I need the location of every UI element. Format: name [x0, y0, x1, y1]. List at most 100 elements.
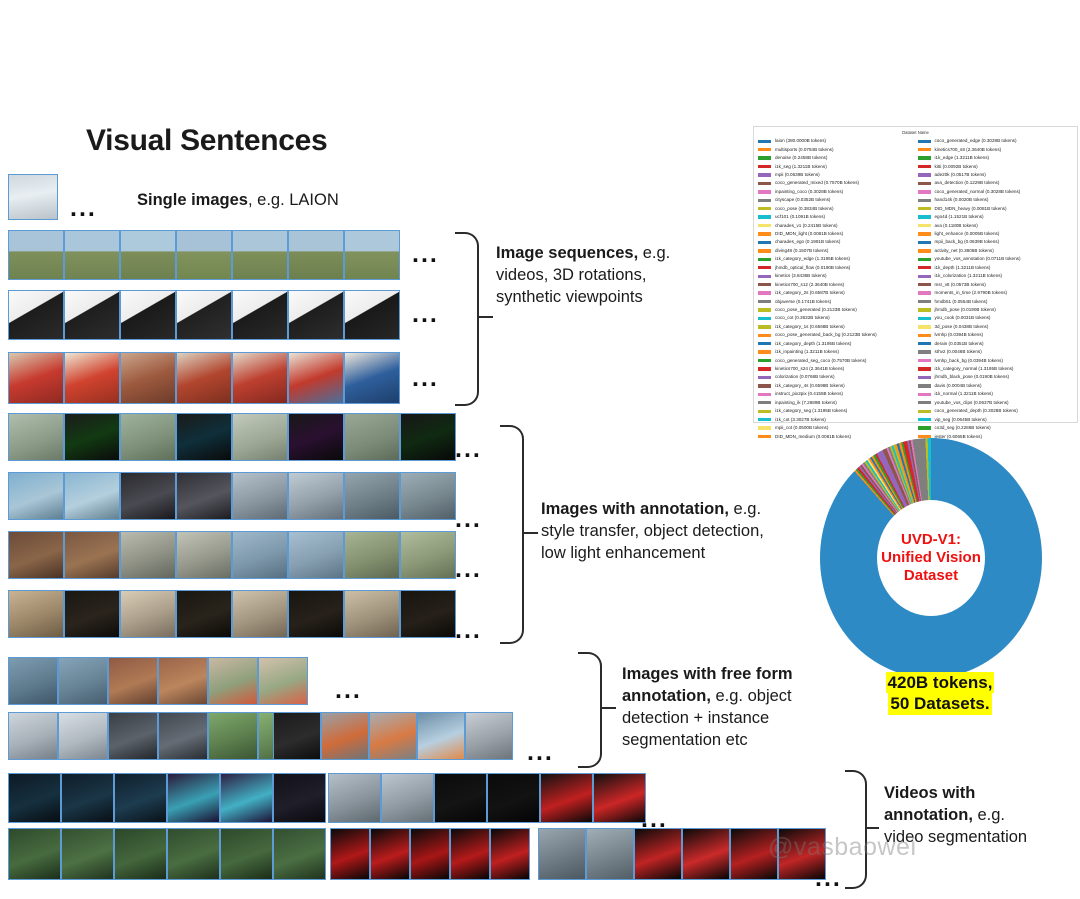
image-cell-fill — [221, 774, 272, 822]
legend-item: ego4d (1.1521B tokens) — [917, 213, 1074, 221]
legend-swatch — [917, 223, 931, 228]
legend-label: coco_generated_mixed (0.7570B tokens) — [775, 180, 860, 186]
legend-item: mpii_back_bg (0.0639B tokens) — [917, 238, 1074, 246]
single-images-label-rest: , e.g. LAION — [247, 191, 339, 209]
image-cell-fill — [594, 774, 645, 822]
legend-swatch — [758, 333, 771, 337]
legend-swatch — [917, 249, 931, 253]
legend-item: i1k_category_normal (1.3195B tokens) — [917, 365, 1074, 373]
image-cell — [344, 290, 400, 340]
lowlight-row — [8, 590, 456, 638]
legend-label: activity_net (0.3806B tokens) — [934, 247, 994, 253]
image-cell — [8, 352, 64, 404]
image-cell-fill — [65, 231, 119, 279]
callout-image-sequences-bold: Image sequences, — [496, 244, 639, 262]
image-cell-fill — [289, 532, 343, 578]
image-cell-fill — [109, 658, 157, 704]
legend-label: jhmdb_black_pose (0.0190B tokens) — [934, 374, 1010, 380]
image-cell — [8, 712, 58, 760]
legend-swatch — [917, 291, 931, 295]
legend-label: hand14k (0.0020B tokens) — [934, 197, 989, 203]
legend-label: inpainting_coco (0.3028B tokens) — [775, 188, 844, 194]
dots-detect: ... — [455, 555, 482, 583]
legend-swatch — [758, 367, 771, 371]
legend-item: derain (0.0351B tokens) — [917, 340, 1074, 348]
donut-center-label: UVD-V1: Unified Vision Dataset — [881, 531, 981, 585]
legend-item: i1k_seg (1.3211B tokens) — [758, 162, 914, 170]
image-cell-fill — [370, 713, 416, 759]
freeform-row-2 — [8, 712, 308, 760]
legend-item: co3d_seg (0.2286B tokens) — [917, 424, 1074, 432]
donut-center-line3: Dataset — [903, 567, 959, 584]
legend-label: i1k_category_2s (0.6587B tokens) — [775, 290, 845, 296]
legend-swatch — [917, 156, 931, 160]
image-cell-fill — [289, 414, 343, 460]
image-cell — [540, 773, 593, 823]
image-cell — [288, 590, 344, 638]
legend-swatch — [758, 139, 771, 143]
callout-images-with-annotation-bold: Images with annotation, — [541, 500, 729, 518]
image-cell — [108, 712, 158, 760]
image-cell — [58, 657, 108, 705]
legend-item: jhmdb_optical_flow (0.0190B tokens) — [758, 264, 914, 272]
image-cell-fill — [466, 713, 512, 759]
image-cell — [593, 773, 646, 823]
legend-swatch — [917, 232, 931, 236]
legend-label: jhmdb_optical_flow (0.0190B tokens) — [775, 264, 851, 270]
legend-label: lvmhp (0.0394B tokens) — [934, 332, 984, 338]
dots-stocking: ... — [412, 364, 439, 392]
legend-swatch — [917, 207, 931, 211]
legend-swatch — [758, 190, 771, 194]
image-cell-fill — [382, 774, 433, 822]
legend-swatch — [758, 291, 771, 295]
legend-label: jhmdb_pose (0.0190B tokens) — [934, 306, 996, 312]
image-cell-fill — [9, 829, 60, 879]
legend-swatch — [758, 198, 771, 202]
legend-label: objaverse (0.1741B tokens) — [775, 298, 832, 304]
legend-item: i1k_category_depth (1.3195B tokens) — [758, 340, 914, 348]
image-cell-fill — [9, 713, 57, 759]
legend-label: multisports (0.0784B tokens) — [775, 146, 834, 152]
image-cell-fill — [683, 829, 729, 879]
legend-swatch — [758, 375, 771, 380]
image-cell-fill — [209, 658, 257, 704]
legend-item: light_enhance (0.0005B tokens) — [917, 230, 1074, 238]
legend-item: ade20k (0.0517B tokens) — [917, 171, 1074, 179]
legend-label: coco_pose (0.3834B tokens) — [775, 205, 834, 211]
image-cell — [208, 657, 258, 705]
image-cell-fill — [115, 829, 166, 879]
legend-title: Dataset Name — [902, 130, 929, 135]
token-badge-line2: 50 Datasets. — [888, 693, 992, 715]
legend-item: coco_generated_normal (0.3028B tokens) — [917, 188, 1074, 196]
image-cell — [120, 290, 176, 340]
image-cell — [321, 712, 369, 760]
legend-label: cityscape (0.0352B tokens) — [775, 197, 831, 203]
legend-swatch — [758, 207, 771, 211]
image-cell — [8, 531, 64, 579]
legend-label: i1k_category_normal (1.3195B tokens) — [934, 366, 1014, 372]
legend-item: i1k_edge (1.3211B tokens) — [917, 154, 1074, 162]
dots-pose: ... — [455, 435, 482, 463]
freeform-row-2b — [273, 712, 513, 760]
image-cell-fill — [9, 291, 63, 339]
image-cell — [176, 531, 232, 579]
image-cell — [273, 712, 321, 760]
image-cell-fill — [121, 231, 175, 279]
single-images-label: Single images, e.g. LAION — [137, 191, 339, 210]
legend-label: DID_MDN_heavy (0.0081B tokens) — [934, 205, 1007, 211]
image-cell-fill — [435, 774, 486, 822]
legend-label: kinetics (3.8436B tokens) — [775, 273, 827, 279]
legend-swatch — [758, 147, 771, 152]
image-cell — [538, 828, 586, 880]
legend-swatch — [917, 274, 931, 278]
image-cell — [120, 531, 176, 579]
image-cell — [61, 773, 114, 823]
legend-swatch — [917, 147, 931, 152]
image-cell-fill — [539, 829, 585, 879]
image-cell-fill — [274, 774, 325, 822]
legend-swatch — [758, 156, 771, 160]
image-cell — [114, 773, 167, 823]
legend-item: i1k_cot (3.3027B tokens) — [758, 415, 914, 423]
image-cell-fill — [159, 658, 207, 704]
legend-label: kinetics700_s24 (2.3641B tokens) — [775, 366, 845, 372]
